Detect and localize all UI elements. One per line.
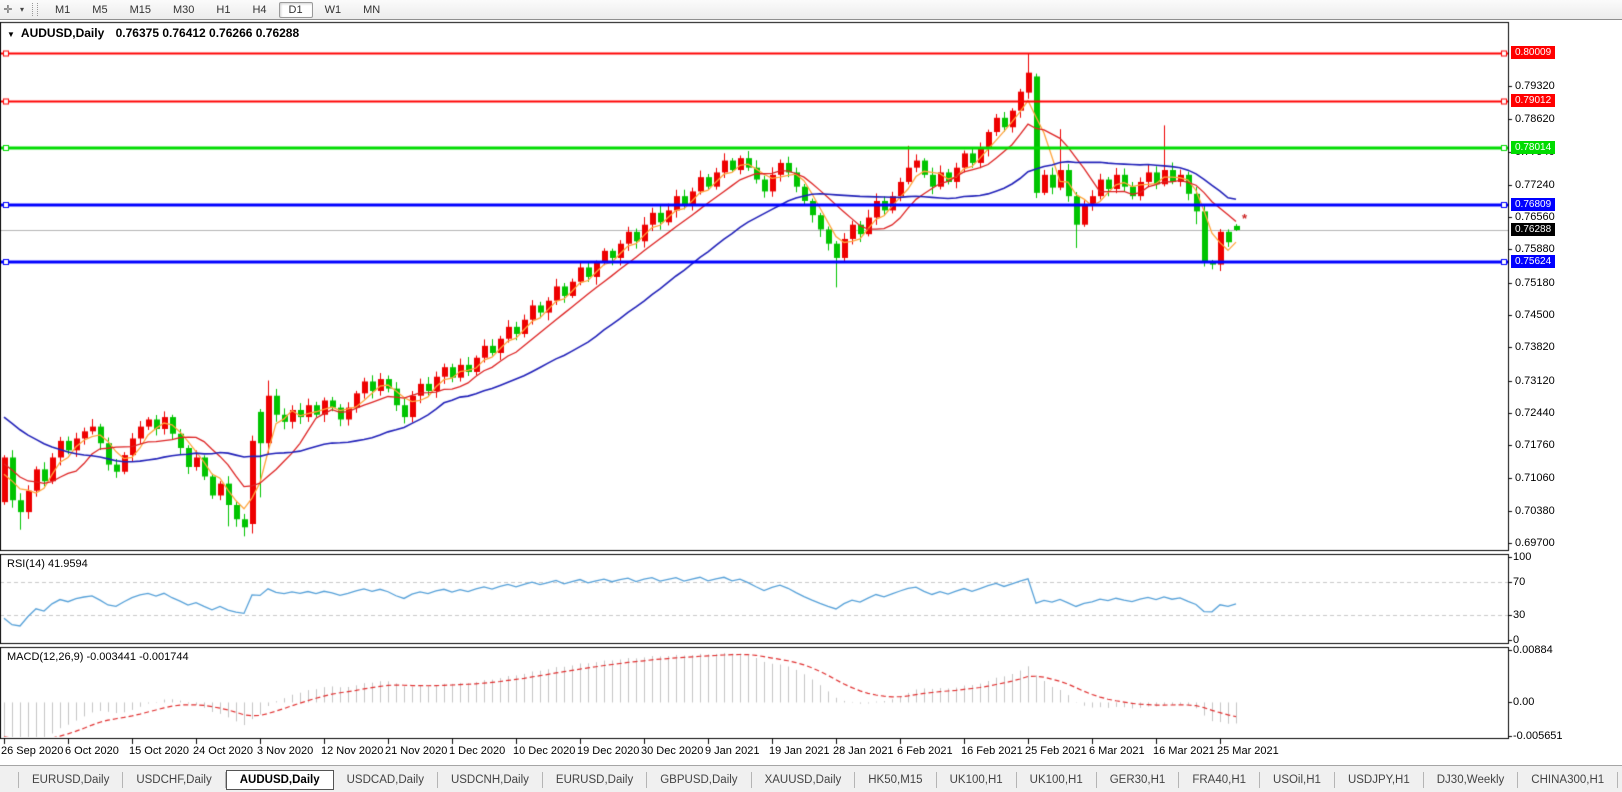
timeframe-button-H1[interactable]: H1: [206, 2, 240, 18]
tab-DJ30-Weekly[interactable]: DJ30,Weekly: [1424, 772, 1519, 788]
hline-price-tag: 0.80009: [1511, 46, 1555, 59]
date-label: 30 Dec 2020: [641, 745, 703, 757]
price-tick-label: 0.72440: [1515, 407, 1555, 419]
rsi-scale-label: 100: [1513, 551, 1531, 563]
price-tick-label: 0.69700: [1515, 537, 1555, 549]
hline-price-tag: 0.78014: [1511, 141, 1555, 154]
rsi-scale-label: 30: [1513, 609, 1525, 621]
date-label: 16 Feb 2021: [961, 745, 1023, 757]
cursor-tool-icon[interactable]: ✛: [0, 3, 16, 16]
chart-symbol-label: AUDUSD,Daily: [21, 26, 104, 40]
timeframe-button-MN[interactable]: MN: [353, 2, 390, 18]
tab-FRA40-H1[interactable]: FRA40,H1: [1179, 772, 1260, 788]
trading-platform-window: ✛ ▾ M1M5M15M30H1H4D1W1MN ▼ AUDUSD,Daily 0…: [0, 0, 1622, 792]
chart-canvas[interactable]: [0, 0, 1622, 792]
date-label: 21 Nov 2020: [385, 745, 447, 757]
timeframe-toolbar: ✛ ▾ M1M5M15M30H1H4D1W1MN: [0, 0, 1622, 20]
chart-ohlc-values: 0.76375 0.76412 0.76266 0.76288: [116, 26, 300, 40]
price-tick-label: 0.71060: [1515, 472, 1555, 484]
price-tick-label: 0.76560: [1515, 211, 1555, 223]
date-label: 28 Jan 2021: [833, 745, 894, 757]
tab-GER30-H1[interactable]: GER30,H1: [1097, 772, 1180, 788]
tab-XAUUSD-Daily[interactable]: XAUUSD,Daily: [752, 772, 856, 788]
tab-USDJPY-H1[interactable]: USDJPY,H1: [1335, 772, 1424, 788]
date-label: 10 Dec 2020: [513, 745, 575, 757]
date-label: 6 Oct 2020: [65, 745, 119, 757]
price-tick-label: 0.78620: [1515, 113, 1555, 125]
timeframe-button-M5[interactable]: M5: [82, 2, 117, 18]
hline-price-tag: 0.76809: [1511, 198, 1555, 211]
date-label: 25 Feb 2021: [1025, 745, 1087, 757]
date-label: 9 Jan 2021: [705, 745, 759, 757]
price-tick-label: 0.75180: [1515, 277, 1555, 289]
price-tick-label: 0.71760: [1515, 439, 1555, 451]
hline-price-tag: 0.79012: [1511, 94, 1555, 107]
chart-tab-bar: EURUSD,DailyUSDCHF,DailyAUDUSD,DailyUSDC…: [0, 765, 1622, 792]
macd-scale-label: -0.005651: [1513, 730, 1563, 742]
price-tick-label: 0.79320: [1515, 80, 1555, 92]
hline-price-tag: 0.75624: [1511, 255, 1555, 268]
timeframe-button-M1[interactable]: M1: [45, 2, 80, 18]
chart-title: ▼ AUDUSD,Daily 0.76375 0.76412 0.76266 0.…: [7, 26, 299, 40]
tab-UK100-H1[interactable]: UK100,H1: [937, 772, 1017, 788]
date-label: 6 Mar 2021: [1089, 745, 1145, 757]
date-label: 26 Sep 2020: [1, 745, 63, 757]
timeframe-button-H4[interactable]: H4: [242, 2, 276, 18]
tab-USDCHF-Daily[interactable]: USDCHF,Daily: [123, 772, 225, 788]
price-tick-label: 0.73820: [1515, 341, 1555, 353]
date-label: 16 Mar 2021: [1153, 745, 1215, 757]
tab-EURUSD-Daily[interactable]: EURUSD,Daily: [543, 772, 647, 788]
macd-indicator-label: MACD(12,26,9) -0.003441 -0.001744: [7, 651, 189, 663]
tab-EURUSD-Daily[interactable]: EURUSD,Daily: [18, 772, 123, 788]
tab-UK100-H1[interactable]: UK100,H1: [1017, 772, 1097, 788]
tab-USOil-H1[interactable]: USOil,H1: [1260, 772, 1335, 788]
macd-scale-label: 0.00884: [1513, 644, 1553, 656]
symbol-dropdown-icon[interactable]: ▼: [7, 30, 15, 39]
price-tick-label: 0.73120: [1515, 375, 1555, 387]
macd-scale-label: 0.00: [1513, 696, 1534, 708]
timeframe-buttons: M1M5M15M30H1H4D1W1MN: [44, 4, 391, 16]
price-tick-label: 0.70380: [1515, 505, 1555, 517]
tab-USDCNH-Daily[interactable]: USDCNH,Daily: [438, 772, 543, 788]
date-label: 24 Oct 2020: [193, 745, 253, 757]
timeframe-button-D1[interactable]: D1: [279, 2, 313, 18]
timeframe-button-M15[interactable]: M15: [120, 2, 161, 18]
tab-GBPUSD-Daily[interactable]: GBPUSD,Daily: [647, 772, 751, 788]
rsi-scale-label: 70: [1513, 576, 1525, 588]
date-label: 6 Feb 2021: [897, 745, 953, 757]
tab-USDCAD-Daily[interactable]: USDCAD,Daily: [334, 772, 438, 788]
tab-CHINA300-H1[interactable]: CHINA300,H1: [1518, 772, 1618, 788]
cursor-tool-dropdown-icon[interactable]: ▾: [16, 5, 28, 14]
date-label: 3 Nov 2020: [257, 745, 313, 757]
toolbar-grip: [32, 3, 38, 16]
rsi-indicator-label: RSI(14) 41.9594: [7, 558, 88, 570]
current-price-tag: 0.76288: [1511, 223, 1555, 236]
timeframe-button-M30[interactable]: M30: [163, 2, 204, 18]
date-label: 1 Dec 2020: [449, 745, 505, 757]
date-label: 12 Nov 2020: [321, 745, 383, 757]
date-label: 25 Mar 2021: [1217, 745, 1279, 757]
date-label: 15 Oct 2020: [129, 745, 189, 757]
tab-HK50-M15[interactable]: HK50,M15: [855, 772, 936, 788]
tab-AUDUSD-Daily[interactable]: AUDUSD,Daily: [226, 770, 334, 790]
timeframe-button-W1[interactable]: W1: [315, 2, 352, 18]
price-tick-label: 0.77240: [1515, 179, 1555, 191]
price-tick-label: 0.74500: [1515, 309, 1555, 321]
date-label: 19 Jan 2021: [769, 745, 830, 757]
date-label: 19 Dec 2020: [577, 745, 639, 757]
